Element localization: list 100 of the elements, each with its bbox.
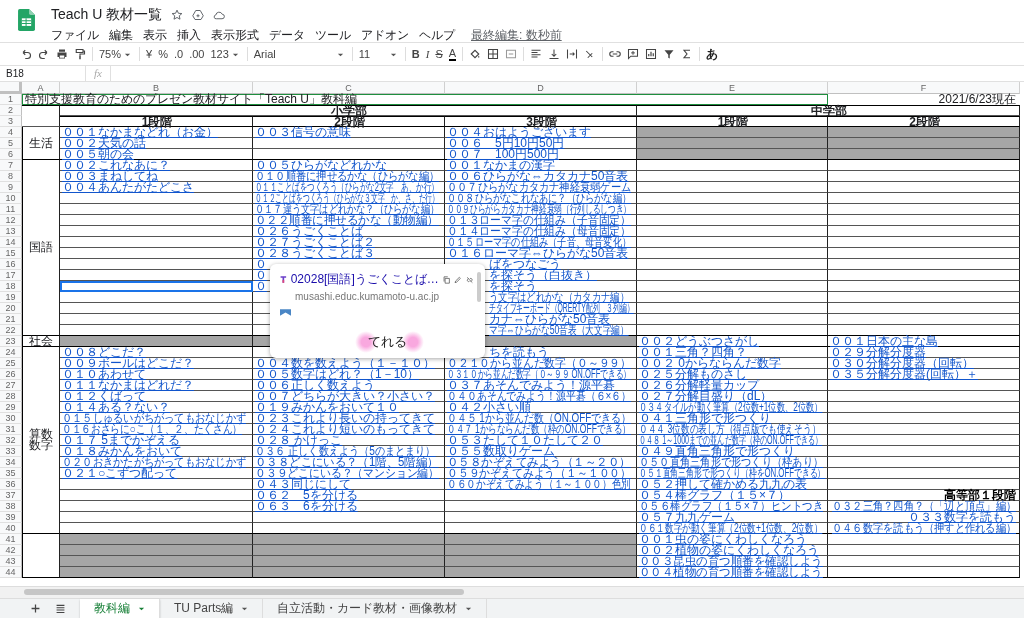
sheet-tab[interactable]: TU Parts編: [160, 599, 264, 618]
horizontal-scrollbar[interactable]: [24, 589, 464, 595]
row-number[interactable]: 24: [0, 347, 22, 358]
material-link[interactable]: ０６０かぞえてみよう（１～１００）色別: [447, 479, 631, 489]
menu-item[interactable]: アドオン: [361, 27, 409, 44]
unlink-icon[interactable]: [465, 274, 473, 285]
row-number[interactable]: 7: [0, 160, 22, 171]
material-link[interactable]: ０１７ 5までかぞえる: [62, 435, 180, 445]
material-link[interactable]: ０５０直角三角形で形つくり（枠あり）: [639, 457, 824, 467]
material-link[interactable]: ０１２ことばをつくろう（ひらがな３文字 か、さ、た行）: [255, 193, 440, 203]
column-header[interactable]: A: [22, 82, 60, 94]
star-icon[interactable]: [171, 9, 184, 21]
currency-format-button[interactable]: ¥: [146, 48, 153, 60]
material-link[interactable]: ０４６数字を読もう（押すと作れる編）: [831, 523, 1016, 533]
menu-item[interactable]: 編集: [109, 27, 133, 44]
material-link[interactable]: ０４７ 1からならんだ数（枠のON.OFFできる）: [447, 424, 631, 434]
row-number[interactable]: 6: [0, 149, 22, 160]
material-link[interactable]: ０５５数取りゲーム: [447, 446, 555, 456]
material-link[interactable]: ０１４ある？ない？: [62, 402, 170, 412]
material-link[interactable]: ００８ひらがなこれなあに？（ひらがな編）: [447, 193, 632, 203]
row-number[interactable]: 4: [0, 127, 22, 138]
material-link[interactable]: ０５２押して確かめる九九の表: [639, 479, 807, 489]
material-link[interactable]: ０３０分解分度器（回転）: [830, 358, 974, 368]
material-link[interactable]: ０５７九九ゲーム: [639, 512, 735, 522]
row-number[interactable]: 30: [0, 413, 22, 424]
material-link[interactable]: ０３６ 正しく数えよう（5のまとまり）: [255, 446, 436, 456]
row-number[interactable]: 26: [0, 369, 22, 380]
align-left-icon[interactable]: [530, 48, 543, 60]
comment-icon[interactable]: [627, 48, 640, 60]
row-number[interactable]: 9: [0, 182, 22, 193]
menu-item[interactable]: 表示: [143, 27, 167, 44]
material-link[interactable]: ００８どこだ？: [62, 347, 146, 357]
material-link[interactable]: ０１１なかまはどれだ？: [62, 380, 194, 390]
material-link[interactable]: ００３信号の意味: [255, 127, 351, 137]
material-link[interactable]: ００２どうぶつさがし: [639, 336, 759, 346]
row-number[interactable]: 12: [0, 215, 22, 226]
menu-item[interactable]: データ: [269, 27, 305, 44]
font-size-dropdown[interactable]: 11: [358, 48, 399, 60]
row-number[interactable]: 35: [0, 468, 22, 479]
row-number[interactable]: 17: [0, 270, 22, 281]
name-box[interactable]: B18: [0, 66, 86, 81]
material-link[interactable]: ０２１○こずつ配って: [62, 468, 178, 478]
material-link[interactable]: ００７どちらが大きい？小さい？: [255, 391, 435, 401]
column-header[interactable]: C: [253, 82, 445, 94]
material-link[interactable]: ０５３たして１０たして２０: [447, 435, 603, 445]
material-link[interactable]: ００１三角？四角？: [639, 347, 747, 357]
decrease-decimal-button[interactable]: .0: [173, 48, 184, 60]
last-edit-link[interactable]: 最終編集: 数秒前: [471, 27, 562, 44]
material-link[interactable]: ばをつなごう: [489, 259, 561, 269]
material-link[interactable]: ０１７違う文字はどれかな？（ひらがな編）: [255, 204, 440, 214]
material-link[interactable]: ０１６おさらに○こ（１、２、たくさん）: [62, 424, 243, 434]
material-link[interactable]: ０３１０から並んだ数字（０～９９ ON.OFFできる）: [447, 369, 631, 379]
document-title[interactable]: Teach U 教材一覧: [51, 6, 163, 24]
material-link[interactable]: ００１なかまなどれ（お金）: [62, 127, 218, 137]
row-number[interactable]: 32: [0, 435, 22, 446]
material-link[interactable]: ０２１０から並んだ数字（０～９９）: [447, 358, 631, 368]
vertical-align-icon[interactable]: [548, 48, 561, 60]
print-icon[interactable]: [56, 48, 68, 60]
popup-link-title[interactable]: 02028[国語]うごくことば…: [290, 271, 439, 288]
material-link[interactable]: ０４９直角三角形で形つくり: [639, 446, 795, 456]
row-number[interactable]: 41: [0, 534, 22, 545]
row-number[interactable]: 31: [0, 424, 22, 435]
row-number[interactable]: 38: [0, 501, 22, 512]
row-number[interactable]: 34: [0, 457, 22, 468]
material-link[interactable]: ０５１直角三角形で形つくり（枠をON.OFFできる）: [639, 468, 826, 478]
row-number[interactable]: 23: [0, 336, 22, 347]
row-number[interactable]: 2: [0, 105, 22, 116]
sheet-tab[interactable]: 自立活動・カード教材・画像教材: [263, 599, 488, 618]
fill-color-icon[interactable]: [469, 48, 482, 60]
material-link[interactable]: ００６正しく数えよう: [255, 380, 375, 390]
material-link[interactable]: ０２４これより短いのもってきて: [255, 424, 435, 434]
row-number[interactable]: 43: [0, 556, 22, 567]
row-number[interactable]: 25: [0, 358, 22, 369]
material-link[interactable]: ０４５ 1から並んだ数（ON.OFFできる）: [447, 413, 631, 423]
material-link[interactable]: を探そう: [489, 281, 537, 291]
material-link[interactable]: ０２９分解分度器: [830, 347, 926, 357]
material-link[interactable]: ０１５しゅるいがちがってもおなじかず: [62, 413, 247, 423]
row-number[interactable]: 27: [0, 380, 22, 391]
material-link[interactable]: ０２８ かけっこ: [255, 435, 343, 445]
undo-icon[interactable]: [20, 48, 32, 60]
material-link[interactable]: ０: [255, 281, 267, 291]
column-header[interactable]: E: [637, 82, 828, 94]
material-link[interactable]: ０２０おきかたがちがってもおなじかず: [62, 457, 247, 467]
material-link[interactable]: ０２５分解ものさし: [639, 369, 747, 379]
move-to-drive-icon[interactable]: [192, 9, 205, 21]
chart-icon[interactable]: [645, 48, 658, 60]
strikethrough-button[interactable]: S: [435, 48, 443, 60]
material-link[interactable]: ０２７分解目盛り（dL）: [639, 391, 773, 401]
material-link[interactable]: ０１２くばって: [62, 391, 146, 401]
row-number[interactable]: 19: [0, 292, 22, 303]
row-number[interactable]: 5: [0, 138, 22, 149]
menu-item[interactable]: ファイル: [51, 27, 99, 44]
material-link[interactable]: ００２ 0からならんだ数字: [639, 358, 781, 368]
merge-cells-icon[interactable]: [505, 48, 518, 60]
material-link[interactable]: カナ⇔ひらがな50音表: [489, 314, 611, 324]
edit-icon[interactable]: [454, 274, 462, 285]
paint-format-icon[interactable]: [74, 48, 86, 60]
material-link[interactable]: ００５ひらがなどれかな: [255, 160, 387, 170]
material-link[interactable]: ０３８どこにいる？（1階、5階編）: [255, 457, 439, 467]
material-link[interactable]: ００３昆虫の育つ順番を確認しよう: [639, 556, 823, 566]
